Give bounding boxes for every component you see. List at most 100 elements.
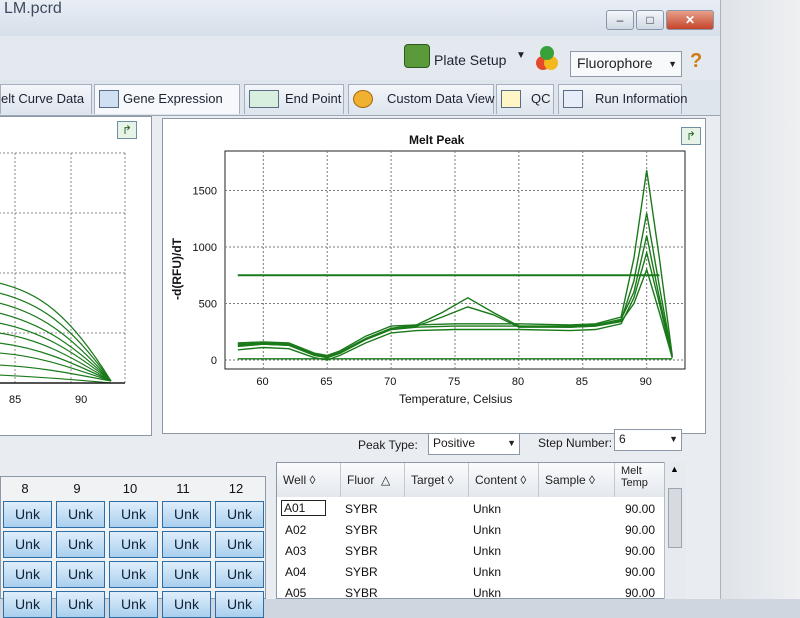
table-scrollbar[interactable]: ▲ — [664, 462, 686, 599]
plate-well[interactable]: Unk — [109, 501, 158, 528]
tab-qc[interactable]: QC — [496, 84, 554, 114]
header-label: Fluor — [347, 473, 375, 487]
table-cell: A01 — [281, 500, 327, 516]
pin-icon[interactable]: ↱ — [117, 121, 137, 139]
header-label: Target — [411, 473, 445, 487]
step-number-value: 6 — [619, 432, 626, 446]
close-button[interactable]: ✕ — [666, 10, 714, 30]
plate-well[interactable]: Unk — [56, 531, 105, 558]
checklist-icon — [501, 90, 521, 108]
plate-setup-button[interactable]: Plate Setup — [434, 52, 506, 68]
tab-melt-curve-data[interactable]: elt Curve Data — [0, 84, 92, 114]
plate-well[interactable]: Unk — [3, 591, 52, 618]
column-header: 11 — [176, 481, 190, 496]
plate-well[interactable]: Unk — [56, 561, 105, 588]
fluorophore-color-icon — [536, 44, 562, 72]
plate-well[interactable]: Unk — [215, 531, 264, 558]
tab-bar: elt Curve Data Gene Expression End Point… — [0, 80, 720, 116]
tab-gene-expression[interactable]: Gene Expression — [94, 84, 240, 114]
peak-type-select[interactable]: Positive ▼ — [428, 433, 520, 455]
table-cell: 90.00 — [625, 544, 656, 558]
run-info-icon — [563, 90, 583, 108]
x-tick-label: 85 — [9, 394, 21, 406]
tab-run-information[interactable]: Run Information — [558, 84, 688, 114]
table-row[interactable]: A02 SYBR Unkn 90.00 — [277, 520, 665, 541]
scroll-up-icon[interactable]: ▲ — [670, 464, 679, 474]
plate-well[interactable]: Unk — [3, 531, 52, 558]
column-header-target[interactable]: Target ◊ — [405, 463, 469, 497]
plate-well[interactable]: Unk — [215, 591, 264, 618]
plate-well[interactable]: Unk — [109, 561, 158, 588]
column-header-well[interactable]: Well ◊ — [277, 463, 341, 497]
tab-custom-data-view[interactable]: Custom Data View — [348, 84, 494, 114]
toolbar: Plate Setup ▼ Fluorophore ▼ ? — [0, 36, 720, 86]
column-header: 10 — [122, 481, 138, 496]
plate-well[interactable]: Unk — [215, 561, 264, 588]
x-tick-label: 80 — [512, 376, 524, 388]
table-cell: 90.00 — [625, 502, 656, 516]
table-row[interactable]: A03 SYBR Unkn 90.00 — [277, 541, 665, 562]
help-icon[interactable]: ? — [690, 50, 702, 73]
table-cell: SYBR — [345, 523, 378, 537]
plate-well[interactable]: Unk — [109, 531, 158, 558]
plate-well[interactable]: Unk — [109, 591, 158, 618]
x-tick-label: 90 — [640, 376, 652, 388]
column-header-sample[interactable]: Sample ◊ — [539, 463, 615, 497]
chevron-down-icon: ▼ — [669, 434, 678, 444]
plate-well[interactable]: Unk — [56, 591, 105, 618]
tab-label: QC — [531, 91, 551, 106]
x-tick-label: 70 — [384, 376, 396, 388]
column-header-content[interactable]: Content ◊ — [469, 463, 539, 497]
table-cell: 90.00 — [625, 565, 656, 579]
column-header: 9 — [73, 481, 81, 496]
table-cell: Unkn — [473, 502, 502, 516]
y-tick-label: 1000 — [193, 242, 217, 254]
column-header-melt-temp[interactable]: Melt Temp — [615, 463, 665, 497]
end-point-icon — [249, 90, 279, 108]
fluorophore-dropdown[interactable]: Fluorophore ▼ — [570, 51, 682, 77]
table-cell: Unkn — [473, 523, 502, 537]
tab-label: Custom Data View — [387, 91, 495, 106]
maximize-button[interactable]: □ — [636, 10, 664, 30]
plate-well[interactable]: Unk — [162, 501, 211, 528]
fluorophore-value: Fluorophore — [577, 55, 653, 71]
table-cell: 90.00 — [625, 586, 656, 600]
melt-curve-plot: 85 90 — [0, 152, 126, 406]
minimize-button[interactable]: – — [606, 10, 634, 30]
table-row[interactable]: A05 SYBR Unkn 90.00 — [277, 583, 665, 604]
table-cell: Unkn — [473, 544, 502, 558]
x-tick-label: 90 — [75, 394, 87, 406]
peak-type-label: Peak Type: — [358, 438, 418, 452]
scrollbar-thumb[interactable] — [668, 488, 682, 548]
plate-well[interactable]: Unk — [162, 561, 211, 588]
header-label: Well — [283, 473, 307, 487]
step-number-label: Step Number: — [538, 436, 613, 450]
plate-well[interactable]: Unk — [215, 501, 264, 528]
results-table: Well ◊ Fluor △ Target ◊ Content ◊ Sample… — [276, 462, 686, 600]
plate-well[interactable]: Unk — [3, 561, 52, 588]
chevron-down-icon: ▼ — [507, 438, 516, 448]
plate-well[interactable]: Unk — [3, 501, 52, 528]
table-cell: 90.00 — [625, 523, 656, 537]
table-cell: Unkn — [473, 586, 502, 600]
chevron-down-icon[interactable]: ▼ — [516, 50, 526, 61]
table-row[interactable]: A01 SYBR Unkn 90.00 — [277, 499, 665, 520]
chevron-down-icon: ▼ — [668, 59, 677, 69]
melt-curve-chart-panel: ↱ 85 90 — [0, 116, 152, 436]
plate-setup-icon — [404, 44, 430, 68]
tab-label: Run Information — [595, 91, 688, 106]
x-tick-label: 75 — [448, 376, 460, 388]
table-row[interactable]: A04 SYBR Unkn 90.00 — [277, 562, 665, 583]
table-cell: Unkn — [473, 565, 502, 579]
plate-well[interactable]: Unk — [56, 501, 105, 528]
y-axis-label: -d(RFU)/dT — [170, 237, 184, 300]
tab-end-point[interactable]: End Point — [244, 84, 344, 114]
x-tick-label: 65 — [320, 376, 332, 388]
column-header-fluor[interactable]: Fluor △ — [341, 463, 405, 497]
y-tick-label: 500 — [199, 298, 217, 310]
step-number-select[interactable]: 6 ▼ — [614, 429, 682, 451]
plate-well[interactable]: Unk — [162, 591, 211, 618]
gear-icon — [353, 90, 373, 108]
table-cell: SYBR — [345, 565, 378, 579]
plate-well[interactable]: Unk — [162, 531, 211, 558]
